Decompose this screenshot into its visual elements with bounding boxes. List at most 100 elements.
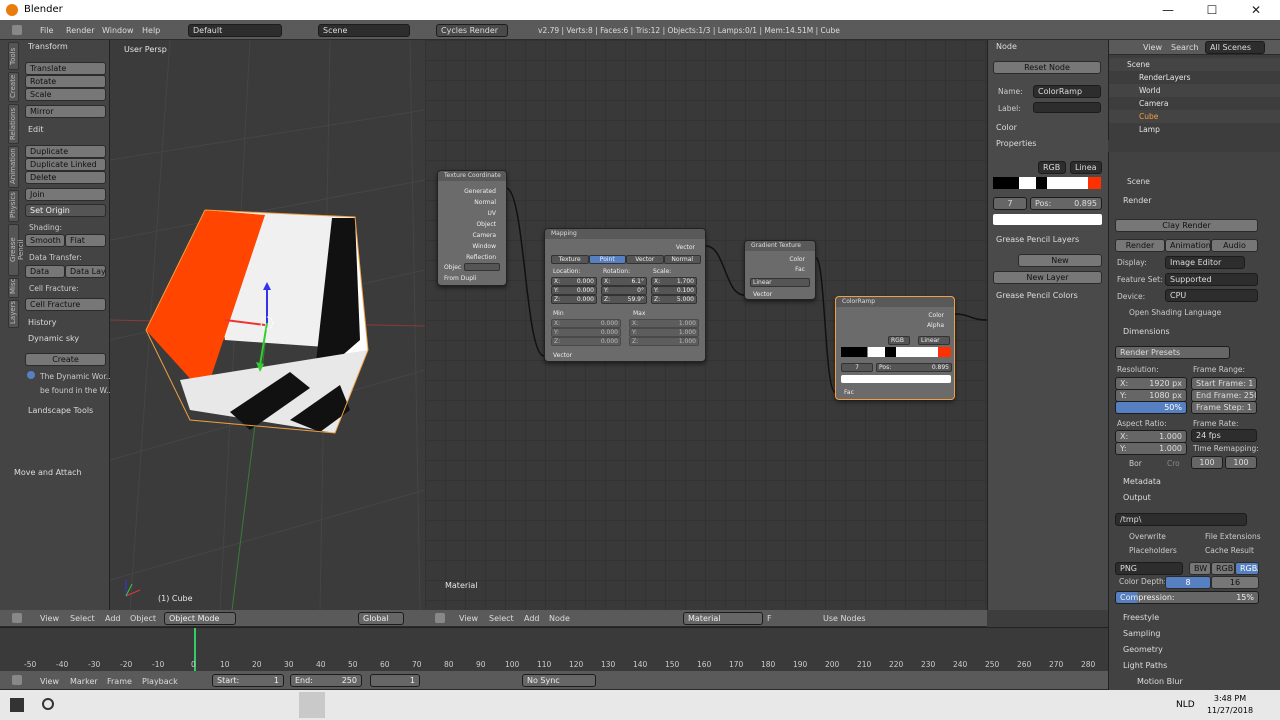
duplicate-button[interactable]: Duplicate [25,145,106,158]
from-dupli-checkbox[interactable]: From Dupli [444,275,476,282]
outliner-item-scene[interactable]: Scene [1109,58,1280,71]
res-percent-field[interactable]: 50% [1115,401,1187,414]
depth-16-button[interactable]: 16 [1211,576,1259,589]
menu-file[interactable]: File [40,26,53,35]
color-ramp-bar[interactable] [841,347,951,357]
tab-layers[interactable]: Layers [8,300,19,328]
texture-coordinate-node[interactable]: Texture Coordinate Generated Normal UV O… [437,170,507,286]
blender-taskbar-icon[interactable] [299,692,325,718]
menu-playback[interactable]: Playback [142,677,178,686]
clock-date[interactable]: 11/27/2018 [1204,706,1256,715]
frame-step-field[interactable]: Frame Step: 1 [1191,401,1257,414]
dimensions-section-title[interactable]: Dimensions [1123,327,1170,336]
node-section-title[interactable]: Node [996,42,1017,51]
mode-select[interactable]: Object Mode [164,612,236,625]
tab-point[interactable]: Point [588,255,626,264]
object-field[interactable] [464,263,500,271]
data-layout-button[interactable]: Data Layo [65,265,106,278]
color-ramp-bar[interactable] [993,177,1101,189]
color-section-title[interactable]: Color [996,123,1017,132]
cache-result-checkbox[interactable]: Cache Result [1205,546,1254,555]
mirror-button[interactable]: Mirror [25,105,106,118]
sync-select[interactable]: No Sync [522,674,596,687]
current-frame-field[interactable]: 1 [370,674,420,687]
display-select[interactable]: Image Editor [1165,256,1245,269]
file-format-select[interactable]: PNG [1115,562,1183,575]
tab-grease-pencil[interactable]: Grease Pencil [8,224,25,276]
rgb-button[interactable]: RGB [1211,562,1235,575]
output-path-field[interactable]: /tmp\ [1115,513,1247,526]
menu-view[interactable]: View [1143,43,1162,52]
crop-checkbox[interactable]: Cro [1167,459,1180,468]
outliner-item-renderlayers[interactable]: RenderLayers [1109,71,1280,84]
menu-select[interactable]: Select [489,614,514,623]
delete-button[interactable]: Delete [25,171,106,184]
layout-select[interactable]: Default [188,24,282,37]
search-icon[interactable] [42,698,54,710]
bw-button[interactable]: BW [1189,562,1211,575]
tab-vector[interactable]: Vector [626,255,664,264]
tab-texture[interactable]: Texture [551,255,589,264]
ramp-index-field[interactable]: 7 [841,363,873,372]
translate-button[interactable]: Translate [25,62,106,75]
metadata-section-title[interactable]: Metadata [1123,477,1161,486]
menu-add[interactable]: Add [524,614,540,623]
transform-panel-title[interactable]: Transform [28,42,68,51]
menu-help[interactable]: Help [142,26,160,35]
tab-tools[interactable]: Tools [8,42,19,70]
menu-object[interactable]: Object [130,614,156,623]
scene-select[interactable]: Scene [318,24,410,37]
time-remap-new[interactable]: 100 [1225,456,1257,469]
dynamic-sky-title[interactable]: Dynamic sky [28,334,79,343]
ramp-color-swatch[interactable] [993,214,1102,225]
menu-window[interactable]: Window [102,26,134,35]
new-layer-button[interactable]: New Layer [993,271,1102,284]
reset-node-button[interactable]: Reset Node [993,61,1101,74]
rotate-button[interactable]: Rotate [25,75,106,88]
editor-type-icon[interactable] [12,25,22,35]
overwrite-checkbox[interactable]: Overwrite [1129,532,1166,541]
menu-select[interactable]: Select [70,614,95,623]
flat-button[interactable]: Flat [65,234,106,247]
windows-start-icon[interactable] [10,698,24,712]
sampling-section-title[interactable]: Sampling [1123,629,1160,638]
min-checkbox[interactable]: Min [553,310,564,317]
outliner-item-camera[interactable]: Camera [1109,97,1280,110]
ramp-color-swatch[interactable] [841,375,951,383]
ramp-mode-select[interactable]: RGB [888,336,910,345]
editor-type-icon[interactable] [12,613,22,623]
duplicate-linked-button[interactable]: Duplicate Linked [25,158,106,171]
outliner-filter-select[interactable]: All Scenes [1205,41,1265,54]
outliner-item-cube[interactable]: Cube [1109,110,1280,123]
device-select[interactable]: CPU [1165,289,1258,302]
smooth-button[interactable]: Smooth [25,234,65,247]
depth-8-button[interactable]: 8 [1165,576,1211,589]
tab-relations[interactable]: Relations [8,104,19,144]
outliner-item-lamp[interactable]: Lamp [1109,123,1280,136]
render-engine-select[interactable]: Cycles Render [436,24,508,37]
clock-time[interactable]: 3:48 PM [1210,694,1250,703]
tab-create[interactable]: Create [8,72,19,102]
landscape-tools-title[interactable]: Landscape Tools [28,406,93,415]
tab-normal[interactable]: Normal [663,255,701,264]
render-button[interactable]: Render [1115,239,1165,252]
light-paths-section-title[interactable]: Light Paths [1123,661,1167,670]
maximize-button[interactable]: ☐ [1190,0,1234,20]
data-button[interactable]: Data [25,265,65,278]
time-remap-old[interactable]: 100 [1191,456,1223,469]
menu-search[interactable]: Search [1171,43,1198,52]
material-select[interactable]: Material [683,612,763,625]
ramp-index-field[interactable]: 7 [993,197,1027,210]
tab-animation[interactable]: Animation [8,146,19,188]
placeholders-checkbox[interactable]: Placeholders [1129,546,1177,555]
use-nodes-checkbox[interactable]: Use Nodes [823,614,866,623]
border-checkbox[interactable]: Bor [1129,459,1142,468]
history-panel-title[interactable]: History [28,318,56,327]
gp-colors-title[interactable]: Grease Pencil Colors [996,291,1078,300]
outliner-item-world[interactable]: World [1109,84,1280,97]
osl-checkbox[interactable]: Open Shading Language [1129,308,1221,317]
menu-add[interactable]: Add [105,614,121,623]
audio-button[interactable]: Audio [1211,239,1258,252]
scale-button[interactable]: Scale [25,88,106,101]
node-editor[interactable]: Texture Coordinate Generated Normal UV O… [425,40,987,610]
